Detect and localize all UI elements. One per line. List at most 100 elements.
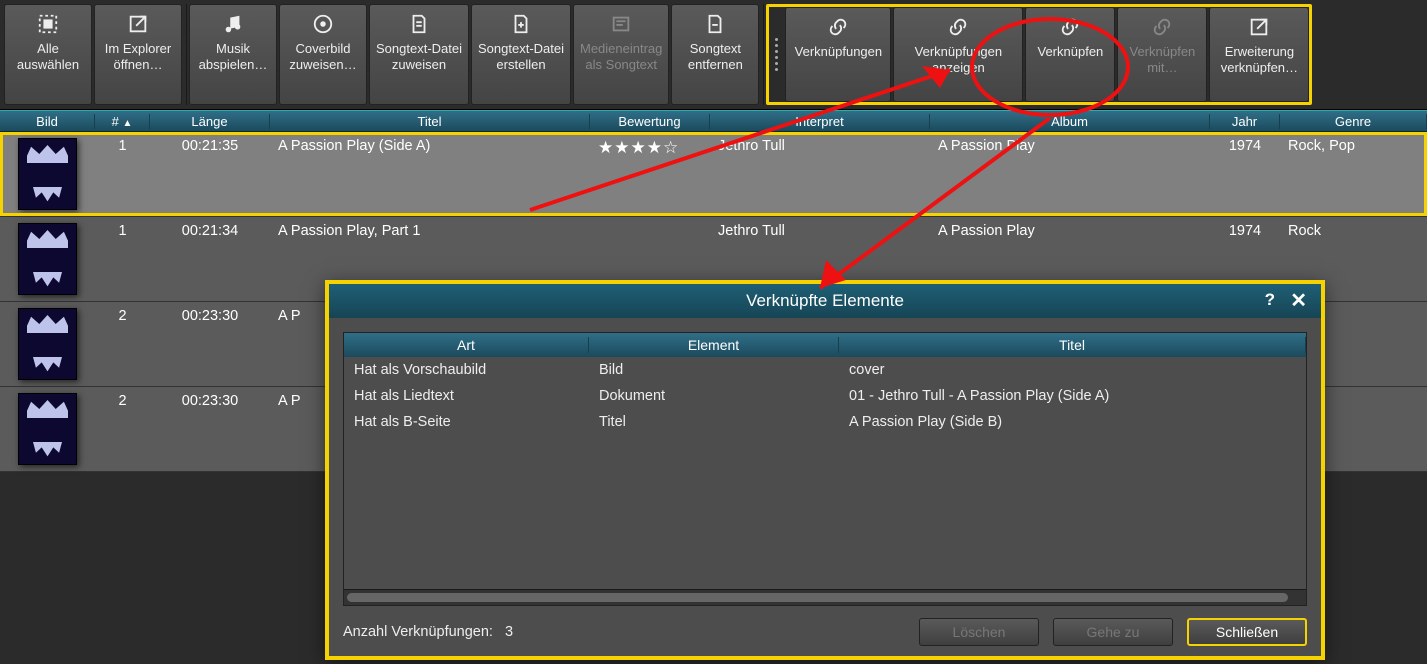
dialog-row[interactable]: Hat als B-Seite Titel A Passion Play (Si… bbox=[344, 409, 1306, 435]
select-all-button[interactable]: Alle auswählen bbox=[4, 4, 92, 105]
cell-len: 00:23:30 bbox=[150, 308, 270, 324]
dlg-col-tit[interactable]: Titel bbox=[839, 337, 1306, 353]
cell-genre: Rock, Pop bbox=[1280, 138, 1427, 154]
dialog-table: Art Element Titel Hat als Vorschaubild B… bbox=[343, 332, 1307, 606]
dlg-col-art[interactable]: Art bbox=[344, 337, 589, 353]
link-icon bbox=[1059, 16, 1081, 38]
col-genre[interactable]: Genre bbox=[1280, 114, 1427, 129]
dialog-row[interactable]: Hat als Liedtext Dokument 01 - Jethro Tu… bbox=[344, 383, 1306, 409]
table-row[interactable]: 1 00:21:35 A Passion Play (Side A) ★★★★☆… bbox=[0, 132, 1427, 217]
tb-label: Medieneintrag als Songtext bbox=[580, 41, 662, 74]
show-links-button[interactable]: Verknüpfungen anzeigen bbox=[893, 7, 1023, 102]
close-icon[interactable]: ✕ bbox=[1290, 288, 1307, 313]
close-button[interactable]: Schließen bbox=[1187, 618, 1307, 646]
cell-num: 1 bbox=[95, 223, 150, 239]
cell-tit: cover bbox=[839, 362, 1306, 378]
link-ext-icon bbox=[1248, 16, 1270, 38]
dialog-title: Verknüpfte Elemente bbox=[746, 291, 904, 311]
cell-el: Dokument bbox=[589, 388, 839, 404]
col-num[interactable]: # ▲ bbox=[95, 114, 150, 129]
tb-label: Coverbild zuweisen… bbox=[289, 41, 356, 74]
toolbar-group-media: Musik abspielen… Coverbild zuweisen… Son… bbox=[189, 4, 764, 105]
tb-label: Songtext-Datei zuweisen bbox=[376, 41, 462, 74]
file-remove-icon bbox=[704, 13, 726, 35]
help-icon[interactable]: ? bbox=[1265, 290, 1275, 310]
tb-label: Im Explorer öffnen… bbox=[105, 41, 171, 74]
cell-num: 2 bbox=[95, 308, 150, 324]
cell-year: 1974 bbox=[1210, 138, 1280, 154]
assign-cover-button[interactable]: Coverbild zuweisen… bbox=[279, 4, 367, 105]
col-artist[interactable]: Interpret bbox=[710, 114, 930, 129]
dialog-row[interactable]: Hat als Vorschaubild Bild cover bbox=[344, 357, 1306, 383]
cover-thumbnail bbox=[18, 393, 77, 465]
cell-genre: Rock bbox=[1280, 223, 1427, 239]
media-text-icon bbox=[610, 13, 632, 35]
open-explorer-button[interactable]: Im Explorer öffnen… bbox=[94, 4, 182, 105]
linked-elements-dialog: Verknüpfte Elemente ? ✕ Art Element Tite… bbox=[325, 280, 1325, 660]
cell-album: A Passion Play bbox=[930, 223, 1210, 239]
remove-lyrics-button[interactable]: Songtext entfernen bbox=[671, 4, 759, 105]
toolbar-drag-handle[interactable] bbox=[769, 7, 783, 102]
cover-thumbnail bbox=[18, 138, 77, 210]
toolbar-group-selection: Alle auswählen Im Explorer öffnen… bbox=[4, 4, 187, 105]
links-button[interactable]: Verknüpfungen bbox=[785, 7, 891, 102]
dialog-hscrollbar[interactable] bbox=[344, 589, 1306, 605]
open-external-icon bbox=[127, 13, 149, 35]
toolbar-links-highlight: Verknüpfungen Verknüpfungen anzeigen Ver… bbox=[766, 4, 1312, 105]
tb-label: Verknüpfen bbox=[1038, 44, 1104, 60]
cover-thumbnail bbox=[18, 223, 77, 295]
cell-len: 00:21:34 bbox=[150, 223, 270, 239]
link-with-button: Verknüpfen mit… bbox=[1117, 7, 1207, 102]
main-toolbar: Alle auswählen Im Explorer öffnen… Musik… bbox=[0, 0, 1427, 110]
link-count: Anzahl Verknüpfungen: 3 bbox=[343, 624, 513, 640]
cell-el: Titel bbox=[589, 414, 839, 430]
col-len[interactable]: Länge bbox=[150, 114, 270, 129]
cell-title: A Passion Play, Part 1 bbox=[270, 223, 590, 239]
play-music-button[interactable]: Musik abspielen… bbox=[189, 4, 277, 105]
cell-year: 1974 bbox=[1210, 223, 1280, 239]
cell-art: Hat als Vorschaubild bbox=[344, 362, 589, 378]
cell-tit: A Passion Play (Side B) bbox=[839, 414, 1306, 430]
link-button[interactable]: Verknüpfen bbox=[1025, 7, 1115, 102]
link-extension-button[interactable]: Erweiterung verknüpfen… bbox=[1209, 7, 1309, 102]
cell-artist: Jethro Tull bbox=[710, 138, 930, 154]
tb-label: Alle auswählen bbox=[17, 41, 79, 74]
select-all-icon bbox=[37, 13, 59, 35]
tb-label: Songtext entfernen bbox=[688, 41, 743, 74]
cell-len: 00:21:35 bbox=[150, 138, 270, 154]
tb-label: Musik abspielen… bbox=[199, 41, 268, 74]
cell-rating: ★★★★☆ bbox=[590, 138, 710, 158]
delete-button: Löschen bbox=[919, 618, 1039, 646]
cell-len: 00:23:30 bbox=[150, 393, 270, 409]
file-text-icon bbox=[408, 13, 430, 35]
cell-art: Hat als B-Seite bbox=[344, 414, 589, 430]
column-headers: Bild # ▲ Länge Titel Bewertung Interpret… bbox=[0, 110, 1427, 132]
tb-label: Verknüpfungen anzeigen bbox=[915, 44, 1002, 77]
assign-lyrics-file-button[interactable]: Songtext-Datei zuweisen bbox=[369, 4, 469, 105]
cell-el: Bild bbox=[589, 362, 839, 378]
link-icon bbox=[827, 16, 849, 38]
col-album[interactable]: Album bbox=[930, 114, 1210, 129]
tb-label: Erweiterung verknüpfen… bbox=[1221, 44, 1298, 77]
goto-button: Gehe zu bbox=[1053, 618, 1173, 646]
tb-label: Verknüpfen mit… bbox=[1130, 44, 1196, 77]
col-bild[interactable]: Bild bbox=[0, 114, 95, 129]
cell-title: A Passion Play (Side A) bbox=[270, 138, 590, 154]
cell-tit: 01 - Jethro Tull - A Passion Play (Side … bbox=[839, 388, 1306, 404]
cell-num: 2 bbox=[95, 393, 150, 409]
dlg-col-el[interactable]: Element bbox=[589, 337, 839, 353]
cell-num: 1 bbox=[95, 138, 150, 154]
dialog-titlebar[interactable]: Verknüpfte Elemente ? ✕ bbox=[329, 284, 1321, 318]
col-title[interactable]: Titel bbox=[270, 114, 590, 129]
create-lyrics-file-button[interactable]: Songtext-Datei erstellen bbox=[471, 4, 571, 105]
cover-thumbnail bbox=[18, 308, 77, 380]
link-icon bbox=[1151, 16, 1173, 38]
tb-label: Verknüpfungen bbox=[795, 44, 882, 60]
music-note-icon bbox=[222, 13, 244, 35]
link-icon bbox=[947, 16, 969, 38]
col-year[interactable]: Jahr bbox=[1210, 114, 1280, 129]
tb-label: Songtext-Datei erstellen bbox=[478, 41, 564, 74]
col-rating[interactable]: Bewertung bbox=[590, 114, 710, 129]
dialog-column-headers: Art Element Titel bbox=[344, 333, 1306, 357]
cell-album: A Passion Play bbox=[930, 138, 1210, 154]
